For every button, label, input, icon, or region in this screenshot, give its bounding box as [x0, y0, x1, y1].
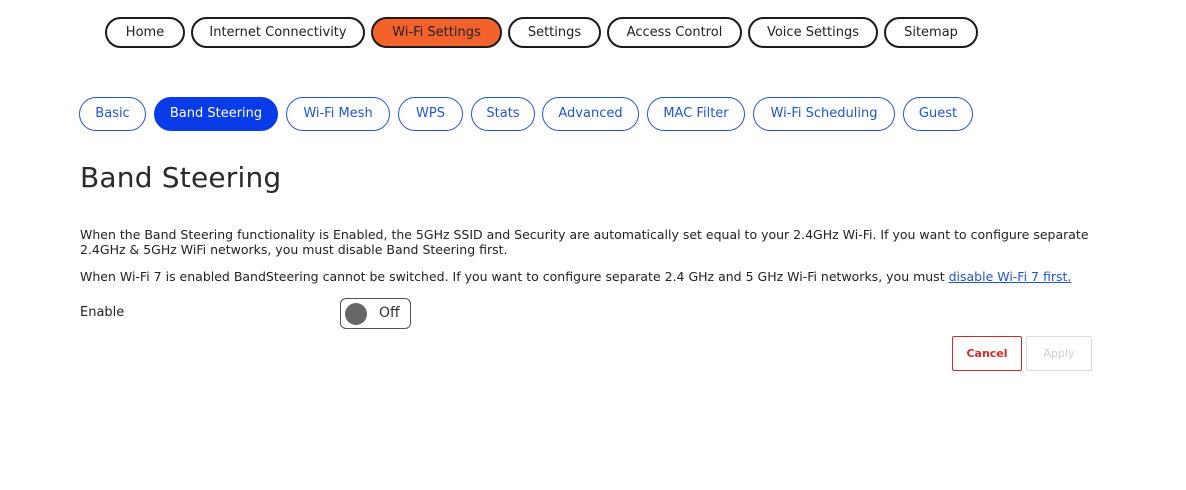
wifi7-note: When Wi-Fi 7 is enabled BandSteering can…	[80, 269, 1110, 284]
nav-home[interactable]: Home	[105, 17, 185, 48]
nav-sitemap[interactable]: Sitemap	[884, 17, 978, 48]
cancel-button[interactable]: Cancel	[952, 336, 1022, 371]
apply-button[interactable]: Apply	[1026, 336, 1092, 371]
toggle-state-label: Off	[379, 305, 400, 321]
page-title: Band Steering	[80, 161, 282, 194]
tab-wps[interactable]: WPS	[398, 97, 463, 131]
tab-wifi-mesh[interactable]: Wi-Fi Mesh	[286, 97, 390, 131]
tab-basic[interactable]: Basic	[79, 97, 146, 131]
nav-wifi-settings[interactable]: Wi-Fi Settings	[371, 17, 502, 48]
nav-settings[interactable]: Settings	[508, 17, 601, 48]
nav-internet-connectivity[interactable]: Internet Connectivity	[191, 17, 365, 48]
tab-band-steering[interactable]: Band Steering	[154, 97, 278, 131]
tab-advanced[interactable]: Advanced	[542, 97, 639, 131]
tab-stats[interactable]: Stats	[471, 97, 535, 131]
tab-guest[interactable]: Guest	[903, 97, 973, 131]
tab-wifi-scheduling[interactable]: Wi-Fi Scheduling	[753, 97, 895, 131]
enable-label: Enable	[80, 305, 125, 320]
band-steering-toggle[interactable]: Off	[340, 298, 411, 329]
nav-voice-settings[interactable]: Voice Settings	[748, 17, 878, 48]
nav-access-control[interactable]: Access Control	[607, 17, 742, 48]
disable-wifi7-link[interactable]: disable Wi-Fi 7 first.	[949, 269, 1072, 284]
tab-mac-filter[interactable]: MAC Filter	[647, 97, 745, 131]
wifi7-note-text: When Wi-Fi 7 is enabled BandSteering can…	[80, 269, 949, 284]
toggle-knob	[345, 303, 367, 325]
band-steering-description: When the Band Steering functionality is …	[80, 227, 1089, 257]
